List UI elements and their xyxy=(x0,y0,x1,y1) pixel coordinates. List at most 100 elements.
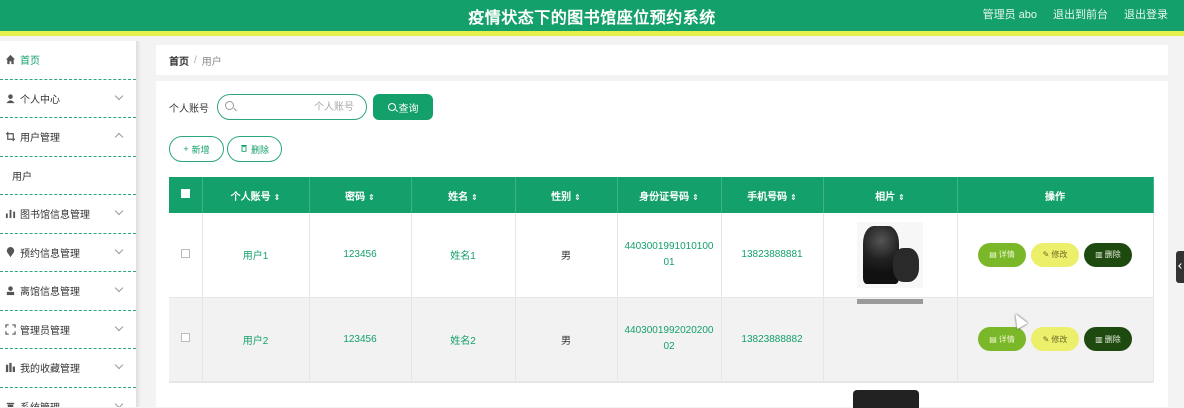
cell-photo xyxy=(823,297,958,382)
col-header-actions: 操作 xyxy=(957,177,1154,213)
cell-password: 123456 xyxy=(309,297,412,382)
batch-delete-button[interactable]: 删除 xyxy=(227,136,282,162)
chevron-down-icon xyxy=(114,283,124,293)
sort-icon[interactable]: ⇕ xyxy=(471,193,478,202)
trash-icon: ▥ xyxy=(1095,334,1103,344)
user-photo xyxy=(857,299,923,304)
sidebar-scroll-shadow xyxy=(136,41,141,407)
frame-icon xyxy=(4,323,16,335)
breadcrumb-home[interactable]: 首页 xyxy=(169,53,189,68)
crop-icon xyxy=(4,131,16,143)
sidebar-item-personal-center[interactable]: 个人中心 xyxy=(0,80,136,118)
sidebar-item-library-info[interactable]: 图书馆信息管理 xyxy=(0,195,136,234)
col-header-account[interactable]: 个人账号 ⇕ xyxy=(202,177,310,213)
sidebar-item-reservation-info[interactable]: 预约信息管理 xyxy=(0,234,136,272)
search-icon xyxy=(225,101,234,110)
cell-account: 用户1 xyxy=(202,213,310,298)
action-row: + 新增 删除 xyxy=(169,136,282,162)
cell-id-number: 4403001992020200 02 xyxy=(617,297,722,382)
search-box xyxy=(217,94,367,120)
row-checkbox[interactable] xyxy=(180,333,190,342)
col-header-gender[interactable]: 性别 ⇕ xyxy=(515,177,618,213)
table-row: 用户2 123456 姓名2 男 4403001992020200 02 1382… xyxy=(169,297,1154,382)
search-row: 个人账号 查询 xyxy=(169,94,433,120)
chevron-down-icon xyxy=(114,360,124,370)
pencil-icon: ✎ xyxy=(1042,334,1050,344)
delete-button[interactable]: ▥ 删除 xyxy=(1084,327,1132,351)
edit-button[interactable]: ✎ 修改 xyxy=(1031,242,1079,267)
col-header-phone[interactable]: 手机号码 ⇕ xyxy=(721,177,824,213)
admin-user-label[interactable]: 管理员 abo xyxy=(983,6,1037,22)
sort-icon[interactable]: ⇕ xyxy=(692,193,699,202)
chevron-down-icon xyxy=(114,91,124,100)
sidebar-item-leave-info[interactable]: 离馆信息管理 xyxy=(0,272,136,311)
back-to-front-link[interactable]: 退出到前台 xyxy=(1053,6,1108,22)
user-icon xyxy=(4,92,16,104)
sidebar-item-label: 用户管理 xyxy=(20,133,60,145)
user-photo xyxy=(853,390,919,408)
breadcrumb: 首页 / 用户 xyxy=(156,45,1168,75)
chevron-down-icon xyxy=(114,245,124,254)
sort-icon[interactable]: ⇕ xyxy=(368,193,375,202)
col-header-id-number[interactable]: 身份证号码 ⇕ xyxy=(617,177,722,213)
select-all-cell[interactable] xyxy=(169,177,203,213)
cell-actions: ▤ 详情 ✎ 修改 ▥ 删除 xyxy=(957,297,1154,382)
chevron-up-icon xyxy=(114,132,124,142)
sidebar-item-label: 系统管理 xyxy=(20,399,60,407)
search-input[interactable] xyxy=(238,97,360,117)
col-header-password[interactable]: 密码 ⇕ xyxy=(309,177,412,213)
detail-button[interactable]: ▤ 详情 xyxy=(978,242,1026,267)
chevron-down-icon xyxy=(114,399,124,407)
cell-photo xyxy=(823,213,958,298)
doc-icon: ▤ xyxy=(989,334,997,344)
select-all-checkbox[interactable] xyxy=(180,189,190,198)
chevron-down-icon xyxy=(114,206,124,216)
collapse-handle[interactable] xyxy=(1176,251,1184,283)
query-button[interactable]: 查询 xyxy=(373,94,433,120)
sort-icon[interactable]: ⇕ xyxy=(274,193,281,202)
trash-icon: ▥ xyxy=(1095,250,1103,260)
home-icon xyxy=(4,54,16,66)
table-header-row: 个人账号 ⇕ 密码 ⇕ 姓名 ⇕ 性别 ⇕ 身份证号码 ⇕ 手机号码 ⇕ 相片 ⇕ 操作 xyxy=(169,177,1154,213)
cell-password: 123456 xyxy=(309,213,412,298)
doc-icon: ▤ xyxy=(989,250,997,260)
delete-button[interactable]: ▥ 删除 xyxy=(1084,242,1132,267)
trash-icon xyxy=(4,400,16,407)
query-button-label: 查询 xyxy=(398,103,419,115)
sort-icon[interactable]: ⇕ xyxy=(574,193,581,202)
col-header-name[interactable]: 姓名 ⇕ xyxy=(411,177,516,213)
row-select-cell[interactable] xyxy=(169,213,203,298)
cell-gender: 男 xyxy=(515,297,618,382)
bar-chart-icon xyxy=(4,208,16,220)
top-header: 疫情状态下的图书馆座位预约系统 管理员 abo 退出到前台 退出登录 xyxy=(0,0,1184,36)
cell-phone: 13823888881 xyxy=(721,213,824,298)
sidebar-item-admin-management[interactable]: 管理员管理 xyxy=(0,311,136,349)
users-table: 个人账号 ⇕ 密码 ⇕ 姓名 ⇕ 性别 ⇕ 身份证号码 ⇕ 手机号码 ⇕ 相片 ⇕ 操作 用户… xyxy=(169,177,1154,382)
sidebar-item-system[interactable]: 系统管理 xyxy=(0,388,136,407)
sidebar-item-label: 我的收藏管理 xyxy=(20,364,80,376)
col-header-photo[interactable]: 相片 ⇕ xyxy=(823,177,958,213)
cell-account: 用户2 xyxy=(202,297,310,382)
detail-button[interactable]: ▤ 详情 xyxy=(978,327,1026,351)
search-label: 个人账号 xyxy=(169,103,209,115)
sidebar: 首页 个人中心 用户管理 用户 图书馆信息管理 预约信息管理 离馆信息管理 管理… xyxy=(0,41,136,407)
trash-icon xyxy=(240,144,248,154)
row-checkbox[interactable] xyxy=(180,248,190,258)
pencil-icon: ✎ xyxy=(1042,250,1050,260)
sidebar-item-home[interactable]: 首页 xyxy=(0,41,136,80)
sidebar-item-users[interactable]: 用户 xyxy=(0,157,136,195)
breadcrumb-separator: / xyxy=(194,54,197,66)
sort-icon[interactable]: ⇕ xyxy=(898,193,905,202)
logout-link[interactable]: 退出登录 xyxy=(1124,6,1168,22)
cell-actions: ▤ 详情 ✎ 修改 ▥ 删除 xyxy=(957,213,1154,298)
sort-icon[interactable]: ⇕ xyxy=(790,193,797,202)
cell-name: 姓名1 xyxy=(411,213,516,298)
row-select-cell[interactable] xyxy=(169,297,203,382)
edit-button[interactable]: ✎ 修改 xyxy=(1031,327,1079,351)
add-button[interactable]: + 新增 xyxy=(169,136,224,162)
sidebar-item-user-management[interactable]: 用户管理 xyxy=(0,118,136,157)
sidebar-item-favorites[interactable]: 我的收藏管理 xyxy=(0,349,136,388)
sidebar-item-label: 管理员管理 xyxy=(20,325,70,337)
search-icon xyxy=(387,103,396,111)
table-row-partial xyxy=(169,382,1153,408)
